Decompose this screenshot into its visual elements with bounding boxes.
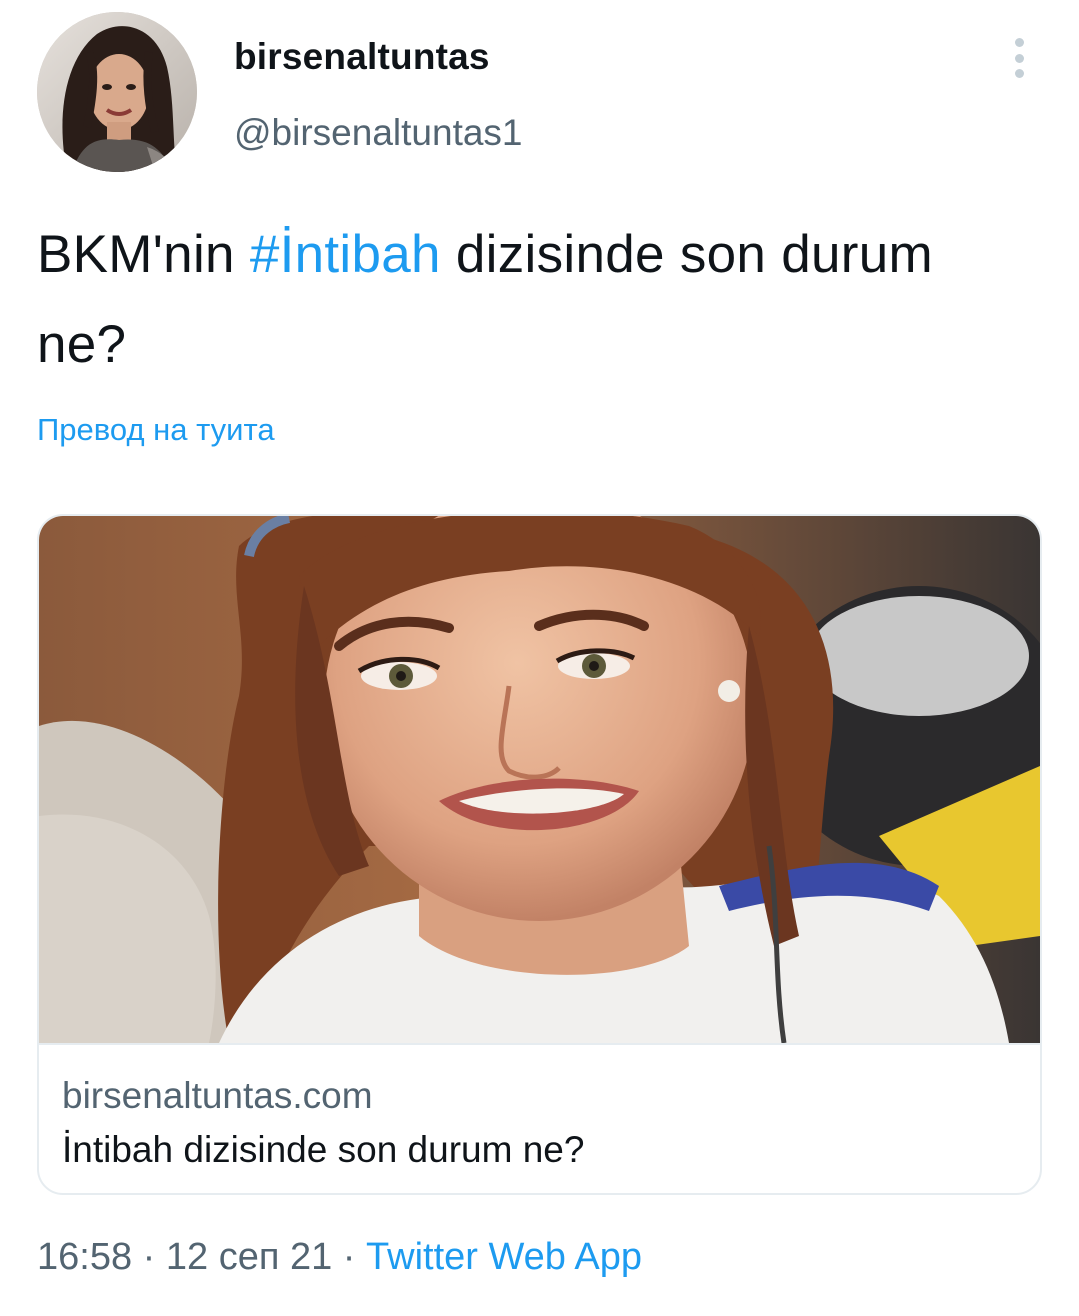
card-image[interactable] [39, 516, 1040, 1043]
more-dot [1014, 69, 1024, 78]
tweet-source[interactable]: Twitter Web App [366, 1236, 642, 1278]
tweet-text-start: BKM'nin [37, 225, 250, 284]
meta-separator: · [132, 1236, 166, 1278]
link-preview-card[interactable]: birsenaltuntas.com İntibah dizisinde son… [37, 514, 1042, 1195]
hashtag-link[interactable]: #İntibah [250, 225, 441, 284]
card-footer[interactable]: birsenaltuntas.com İntibah dizisinde son… [39, 1043, 1040, 1193]
avatar-image [37, 12, 197, 172]
more-dot [1014, 38, 1024, 47]
user-handle[interactable]: @birsenaltuntas1 [234, 112, 523, 154]
tweet-text: BKM'nin #İntibah dizisinde son durum ne? [37, 210, 1037, 390]
display-name[interactable]: birsenaltuntas [234, 36, 490, 78]
avatar[interactable] [37, 12, 197, 172]
more-vertical-icon[interactable] [1006, 38, 1032, 78]
tweet-meta: 16:58 · 12 сеп 21 · Twitter Web App [37, 1236, 642, 1279]
card-photo [39, 516, 1040, 1043]
translate-tweet-link[interactable]: Превод на туита [37, 412, 275, 448]
tweet-time[interactable]: 16:58 [37, 1236, 132, 1278]
tweet-header: birsenaltuntas @birsenaltuntas1 [37, 12, 1042, 172]
card-domain: birsenaltuntas.com [62, 1075, 373, 1116]
meta-separator: · [332, 1236, 367, 1278]
more-dot [1014, 53, 1024, 63]
card-title: İntibah dizisinde son durum ne? [62, 1129, 585, 1170]
tweet-date[interactable]: 12 сеп 21 [166, 1236, 332, 1278]
